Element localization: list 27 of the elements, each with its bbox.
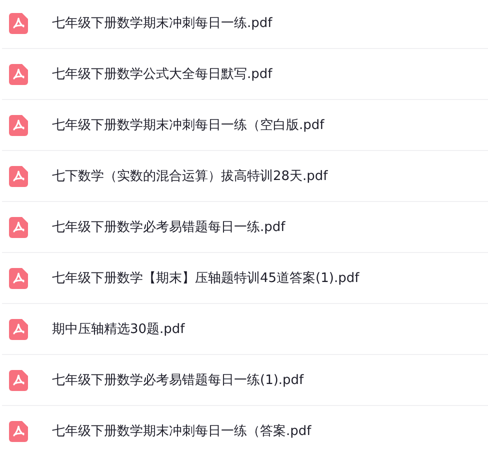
pdf-icon [9,268,28,288]
pdf-icon [9,370,28,390]
pdf-icon [9,216,28,238]
file-row[interactable]: 七年级下册数学期末冲刺每日一练（答案.pdf [2,406,488,451]
file-row[interactable]: 期中压轴精选30题.pdf [2,304,488,355]
file-row[interactable]: 七下数学（实数的混合运算）拔高特训28天.pdf [2,151,488,202]
file-row[interactable]: 七年级下册数学公式大全每日默写.pdf [2,49,488,100]
file-row[interactable]: 七年级下册数学必考易错题每日一练(1).pdf [2,355,488,406]
file-name: 期中压轴精选30题.pdf [52,321,185,338]
file-row[interactable]: 七年级下册数学【期末】压轴题特训45道答案(1).pdf [2,253,488,304]
file-name: 七年级下册数学公式大全每日默写.pdf [52,66,272,83]
pdf-icon [9,318,28,340]
file-row[interactable]: 七年级下册数学必考易错题每日一练.pdf [2,202,488,253]
file-name: 七年级下册数学期末冲刺每日一练.pdf [52,15,272,32]
file-name: 七年级下册数学【期末】压轴题特训45道答案(1).pdf [52,270,360,287]
file-name: 七下数学（实数的混合运算）拔高特训28天.pdf [52,168,328,185]
file-name: 七年级下册数学必考易错题每日一练(1).pdf [52,372,304,389]
file-row[interactable]: 七年级下册数学期末冲刺每日一练（空白版.pdf [2,100,488,151]
pdf-icon [9,166,28,186]
pdf-icon [9,12,28,34]
pdf-icon [9,114,28,136]
file-row[interactable]: 七年级下册数学期末冲刺每日一练.pdf [2,0,488,49]
file-name: 七年级下册数学期末冲刺每日一练（空白版.pdf [52,117,324,134]
file-name: 七年级下册数学期末冲刺每日一练（答案.pdf [52,423,312,440]
file-name: 七年级下册数学必考易错题每日一练.pdf [52,219,286,236]
pdf-icon [9,64,28,84]
pdf-icon [9,420,28,442]
